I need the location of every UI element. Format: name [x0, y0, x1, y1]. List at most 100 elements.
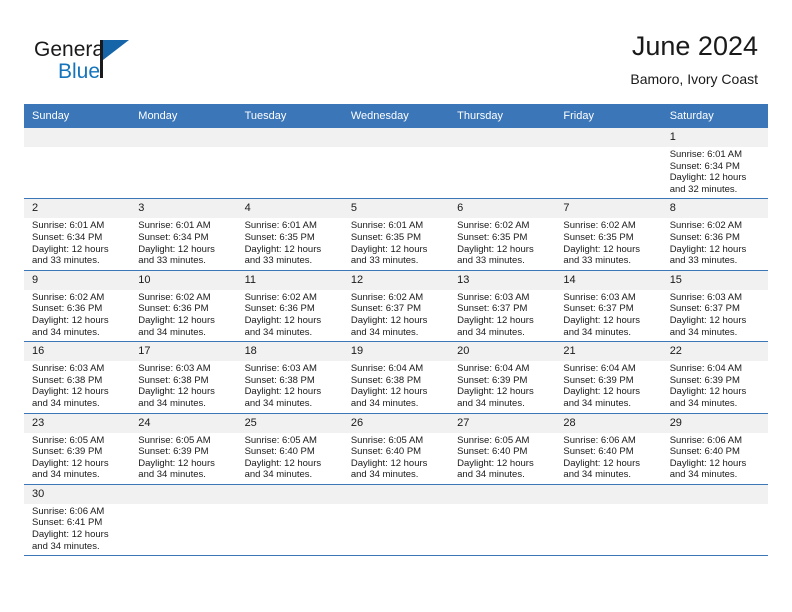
- calendar-day-cell[interactable]: 25 Sunrise: 6:05 AM Sunset: 6:40 PM Dayligh…: [236, 413, 343, 485]
- day-details: Sunrise: 6:02 AM Sunset: 6:36 PM Daylight:…: [237, 290, 343, 341]
- sunrise-text: Sunrise: 6:02 AM: [138, 291, 211, 303]
- calendar-table: Sunday Monday Tuesday Wednesday Thursday…: [24, 104, 768, 557]
- calendar-empty-cell: [236, 128, 343, 200]
- sunset-text: Sunset: 6:40 PM: [457, 446, 528, 458]
- calendar-day-cell[interactable]: 28 Sunrise: 6:06 AM Sunset: 6:40 PM Dayligh…: [555, 413, 662, 485]
- calendar-day-cell[interactable]: 11 Sunrise: 6:02 AM Sunset: 6:36 PM Dayligh…: [236, 270, 343, 343]
- sunrise-text: Sunrise: 6:02 AM: [32, 291, 105, 303]
- day-number: 18: [236, 342, 343, 362]
- calendar-day-cell[interactable]: 30 Sunrise: 6:06 AM Sunset: 6:41 PM Dayligh…: [24, 484, 131, 557]
- calendar-day-cell[interactable]: 18 Sunrise: 6:03 AM Sunset: 6:38 PM Dayligh…: [236, 341, 343, 414]
- sunrise-text: Sunrise: 6:01 AM: [244, 220, 317, 232]
- calendar-day-cell[interactable]: 9 Sunrise: 6:02 AM Sunset: 6:36 PM Daylight…: [24, 270, 131, 343]
- calendar-day-cell[interactable]: 12 Sunrise: 6:02 AM Sunset: 6:37 PM Dayligh…: [342, 270, 450, 343]
- brand-logo[interactable]: General Blue: [34, 38, 214, 90]
- sunset-text: Sunset: 6:39 PM: [563, 374, 634, 386]
- day-details: Sunrise: 6:04 AM Sunset: 6:38 PM Daylight:…: [343, 361, 449, 412]
- sunrise-text: Sunrise: 6:05 AM: [244, 434, 317, 446]
- sunrise-text: Sunrise: 6:05 AM: [350, 434, 424, 446]
- day-details: Sunrise: 6:04 AM Sunset: 6:39 PM Daylight:…: [662, 361, 768, 412]
- brand-name-general: General: [34, 38, 109, 61]
- day-details: Sunrise: 6:01 AM Sunset: 6:34 PM Daylight:…: [24, 218, 130, 269]
- sunrise-text: Sunrise: 6:02 AM: [457, 220, 530, 232]
- sunrise-text: Sunrise: 6:05 AM: [32, 434, 105, 446]
- day-number: 12: [342, 270, 450, 290]
- day-number: 15: [661, 270, 768, 290]
- day-number: 25: [236, 413, 343, 433]
- sunset-text: Sunset: 6:39 PM: [669, 374, 740, 386]
- daylight-text: Daylight: 12 hours and 34 minutes.: [244, 386, 322, 409]
- day-details: Sunrise: 6:05 AM Sunset: 6:40 PM Daylight:…: [237, 433, 343, 484]
- sunrise-text: Sunrise: 6:02 AM: [669, 220, 743, 232]
- daylight-text: Daylight: 12 hours and 34 minutes.: [563, 457, 640, 481]
- day-details: Sunrise: 6:04 AM Sunset: 6:39 PM Daylight:…: [449, 361, 555, 412]
- daylight-text: Daylight: 12 hours and 33 minutes.: [457, 243, 534, 267]
- sunset-text: Sunset: 6:41 PM: [32, 517, 103, 529]
- calendar-day-cell[interactable]: 16 Sunrise: 6:03 AM Sunset: 6:38 PM Dayligh…: [24, 341, 131, 414]
- day-number: [24, 128, 131, 147]
- day-number: 14: [555, 270, 662, 290]
- daylight-text: Daylight: 12 hours and 33 minutes.: [669, 243, 747, 267]
- day-number: 11: [236, 270, 343, 290]
- calendar-day-cell[interactable]: 24 Sunrise: 6:05 AM Sunset: 6:39 PM Dayligh…: [130, 413, 237, 485]
- sunset-text: Sunset: 6:40 PM: [563, 446, 634, 458]
- day-details: Sunrise: 6:01 AM Sunset: 6:34 PM Daylight:…: [662, 147, 768, 198]
- sunrise-text: Sunrise: 6:03 AM: [244, 363, 317, 375]
- calendar-empty-cell: [342, 484, 450, 557]
- daylight-text: Daylight: 12 hours and 32 minutes.: [669, 172, 747, 195]
- day-number: [555, 484, 662, 504]
- sunrise-text: Sunrise: 6:05 AM: [138, 434, 211, 446]
- weekday-header-wednesday: Wednesday: [342, 104, 450, 128]
- day-number: 5: [342, 199, 450, 219]
- daylight-text: Daylight: 12 hours and 33 minutes.: [138, 243, 215, 267]
- sunrise-text: Sunrise: 6:01 AM: [32, 220, 105, 232]
- calendar-day-cell[interactable]: 26 Sunrise: 6:05 AM Sunset: 6:40 PM Dayligh…: [342, 413, 450, 485]
- day-details: Sunrise: 6:03 AM Sunset: 6:37 PM Daylight:…: [555, 290, 661, 341]
- calendar-day-cell[interactable]: 23 Sunrise: 6:05 AM Sunset: 6:39 PM Dayligh…: [24, 413, 131, 485]
- weekday-header-thursday: Thursday: [449, 104, 556, 128]
- calendar-day-cell[interactable]: 19 Sunrise: 6:04 AM Sunset: 6:38 PM Dayligh…: [342, 341, 450, 414]
- daylight-text: Daylight: 12 hours and 34 minutes.: [669, 314, 747, 338]
- calendar-day-cell[interactable]: 10 Sunrise: 6:02 AM Sunset: 6:36 PM Dayligh…: [130, 270, 237, 343]
- day-number: 24: [130, 413, 237, 433]
- calendar-week-row: 1 Sunrise: 6:01 AM Sunset: 6:34 PM Daylight…: [24, 128, 768, 200]
- calendar-day-cell[interactable]: 7 Sunrise: 6:02 AM Sunset: 6:35 PM Daylight…: [555, 198, 662, 271]
- sunrise-text: Sunrise: 6:01 AM: [669, 149, 743, 160]
- calendar-day-cell[interactable]: 22 Sunrise: 6:04 AM Sunset: 6:39 PM Dayligh…: [661, 341, 768, 414]
- calendar-day-cell[interactable]: 4 Sunrise: 6:01 AM Sunset: 6:35 PM Daylight…: [236, 198, 343, 271]
- calendar-day-cell[interactable]: 3 Sunrise: 6:01 AM Sunset: 6:34 PM Daylight…: [130, 198, 237, 271]
- calendar-day-cell[interactable]: 5 Sunrise: 6:01 AM Sunset: 6:35 PM Daylight…: [342, 198, 450, 271]
- day-details: Sunrise: 6:05 AM Sunset: 6:39 PM Daylight:…: [130, 433, 236, 484]
- day-details: Sunrise: 6:03 AM Sunset: 6:37 PM Daylight:…: [449, 290, 555, 341]
- day-details: Sunrise: 6:01 AM Sunset: 6:34 PM Daylight:…: [130, 218, 236, 269]
- calendar-day-cell[interactable]: 6 Sunrise: 6:02 AM Sunset: 6:35 PM Daylight…: [449, 198, 556, 271]
- daylight-text: Daylight: 12 hours and 34 minutes.: [457, 386, 534, 409]
- sunset-text: Sunset: 6:34 PM: [138, 231, 209, 243]
- calendar-day-cell[interactable]: 8 Sunrise: 6:02 AM Sunset: 6:36 PM Daylight…: [661, 198, 768, 271]
- calendar-day-cell[interactable]: 14 Sunrise: 6:03 AM Sunset: 6:37 PM Dayligh…: [555, 270, 662, 343]
- calendar-day-cell[interactable]: 15 Sunrise: 6:03 AM Sunset: 6:37 PM Dayligh…: [661, 270, 768, 343]
- sunset-text: Sunset: 6:37 PM: [457, 303, 528, 315]
- triangle-icon: [103, 40, 129, 60]
- day-number: 19: [342, 342, 450, 362]
- calendar-day-cell[interactable]: 13 Sunrise: 6:03 AM Sunset: 6:37 PM Dayligh…: [449, 270, 556, 343]
- sunrise-text: Sunrise: 6:03 AM: [669, 291, 743, 303]
- sunrise-text: Sunrise: 6:03 AM: [32, 363, 105, 375]
- daylight-text: Daylight: 12 hours and 34 minutes.: [669, 457, 747, 481]
- calendar-day-cell[interactable]: 20 Sunrise: 6:04 AM Sunset: 6:39 PM Dayligh…: [449, 341, 556, 414]
- day-number: 29: [661, 413, 768, 433]
- day-details: Sunrise: 6:01 AM Sunset: 6:35 PM Daylight:…: [343, 218, 449, 269]
- calendar-day-cell[interactable]: 27 Sunrise: 6:05 AM Sunset: 6:40 PM Dayligh…: [449, 413, 556, 485]
- calendar-empty-cell: [555, 128, 662, 200]
- weekday-header-sunday: Sunday: [24, 104, 131, 128]
- sunset-text: Sunset: 6:36 PM: [138, 303, 209, 315]
- calendar-day-cell[interactable]: 1 Sunrise: 6:01 AM Sunset: 6:34 PM Daylight…: [661, 128, 768, 200]
- calendar-week-row: 16 Sunrise: 6:03 AM Sunset: 6:38 PM Dayligh…: [24, 341, 768, 414]
- calendar-day-cell[interactable]: 29 Sunrise: 6:06 AM Sunset: 6:40 PM Dayligh…: [661, 413, 768, 485]
- calendar-empty-cell: [661, 484, 768, 557]
- calendar-day-cell[interactable]: 17 Sunrise: 6:03 AM Sunset: 6:38 PM Dayligh…: [130, 341, 237, 414]
- calendar-day-cell[interactable]: 2 Sunrise: 6:01 AM Sunset: 6:34 PM Daylight…: [24, 198, 131, 271]
- sunset-text: Sunset: 6:35 PM: [563, 231, 634, 243]
- calendar-day-cell[interactable]: 21 Sunrise: 6:04 AM Sunset: 6:39 PM Dayligh…: [555, 341, 662, 414]
- daylight-text: Daylight: 12 hours and 34 minutes.: [457, 314, 534, 338]
